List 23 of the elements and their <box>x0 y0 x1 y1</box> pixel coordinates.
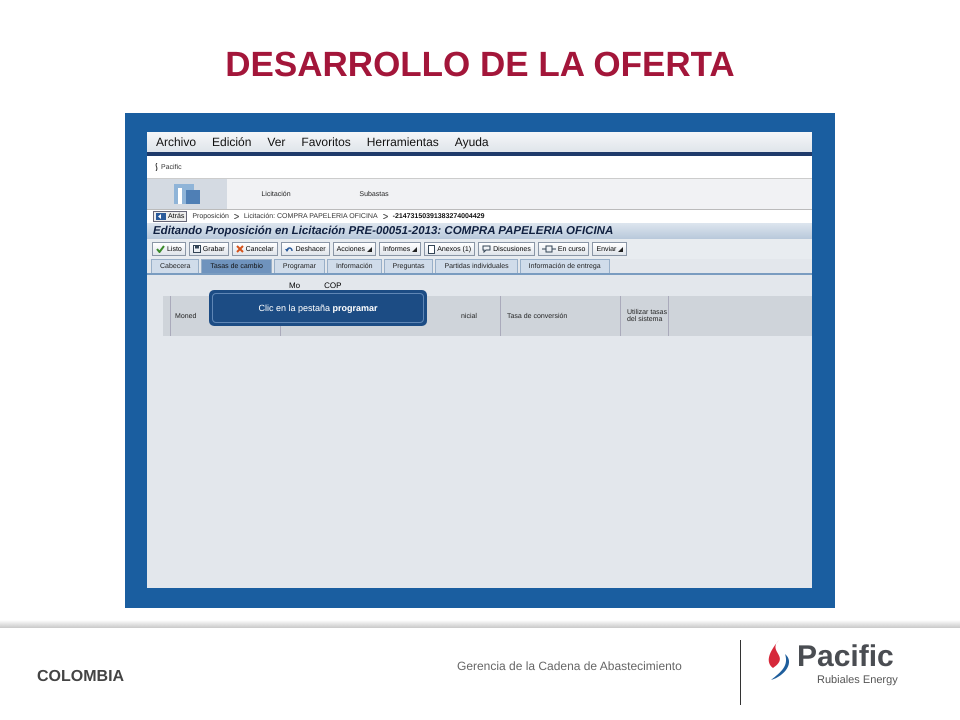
check-icon <box>156 245 165 253</box>
close-icon <box>236 245 244 253</box>
menu-item[interactable]: Ver <box>267 135 286 149</box>
department-text: Gerencia de la Cadena de Abastecimiento <box>457 659 682 673</box>
separator-icon <box>382 214 388 219</box>
logo-name: Pacific <box>797 640 895 674</box>
undo-icon <box>284 245 294 253</box>
menu-item[interactable]: Ayuda <box>454 135 489 149</box>
field-value: COP <box>324 280 342 290</box>
save-icon <box>192 245 201 253</box>
menu-item[interactable]: Herramientas <box>366 135 439 149</box>
separator-icon <box>234 214 239 219</box>
menu-item[interactable]: Edición <box>212 135 252 149</box>
field-label: Mo <box>289 280 300 290</box>
menu-item[interactable]: Favoritos <box>301 135 351 149</box>
speech-bubble-icon <box>482 245 492 253</box>
page-title: Editando Proposición en Licitación PRE-00051-2013: COMPRA PAPELERIA OFICINA <box>147 223 812 239</box>
document-icon <box>428 244 436 254</box>
menu-item[interactable]: Archivo <box>156 135 196 149</box>
flow-icon <box>542 245 556 253</box>
slide-title: DESARROLLO DE LA OFERTA <box>225 45 735 86</box>
country-label: COLOMBIA <box>37 668 124 686</box>
logo-subtitle: Rubiales Energy <box>816 674 898 686</box>
